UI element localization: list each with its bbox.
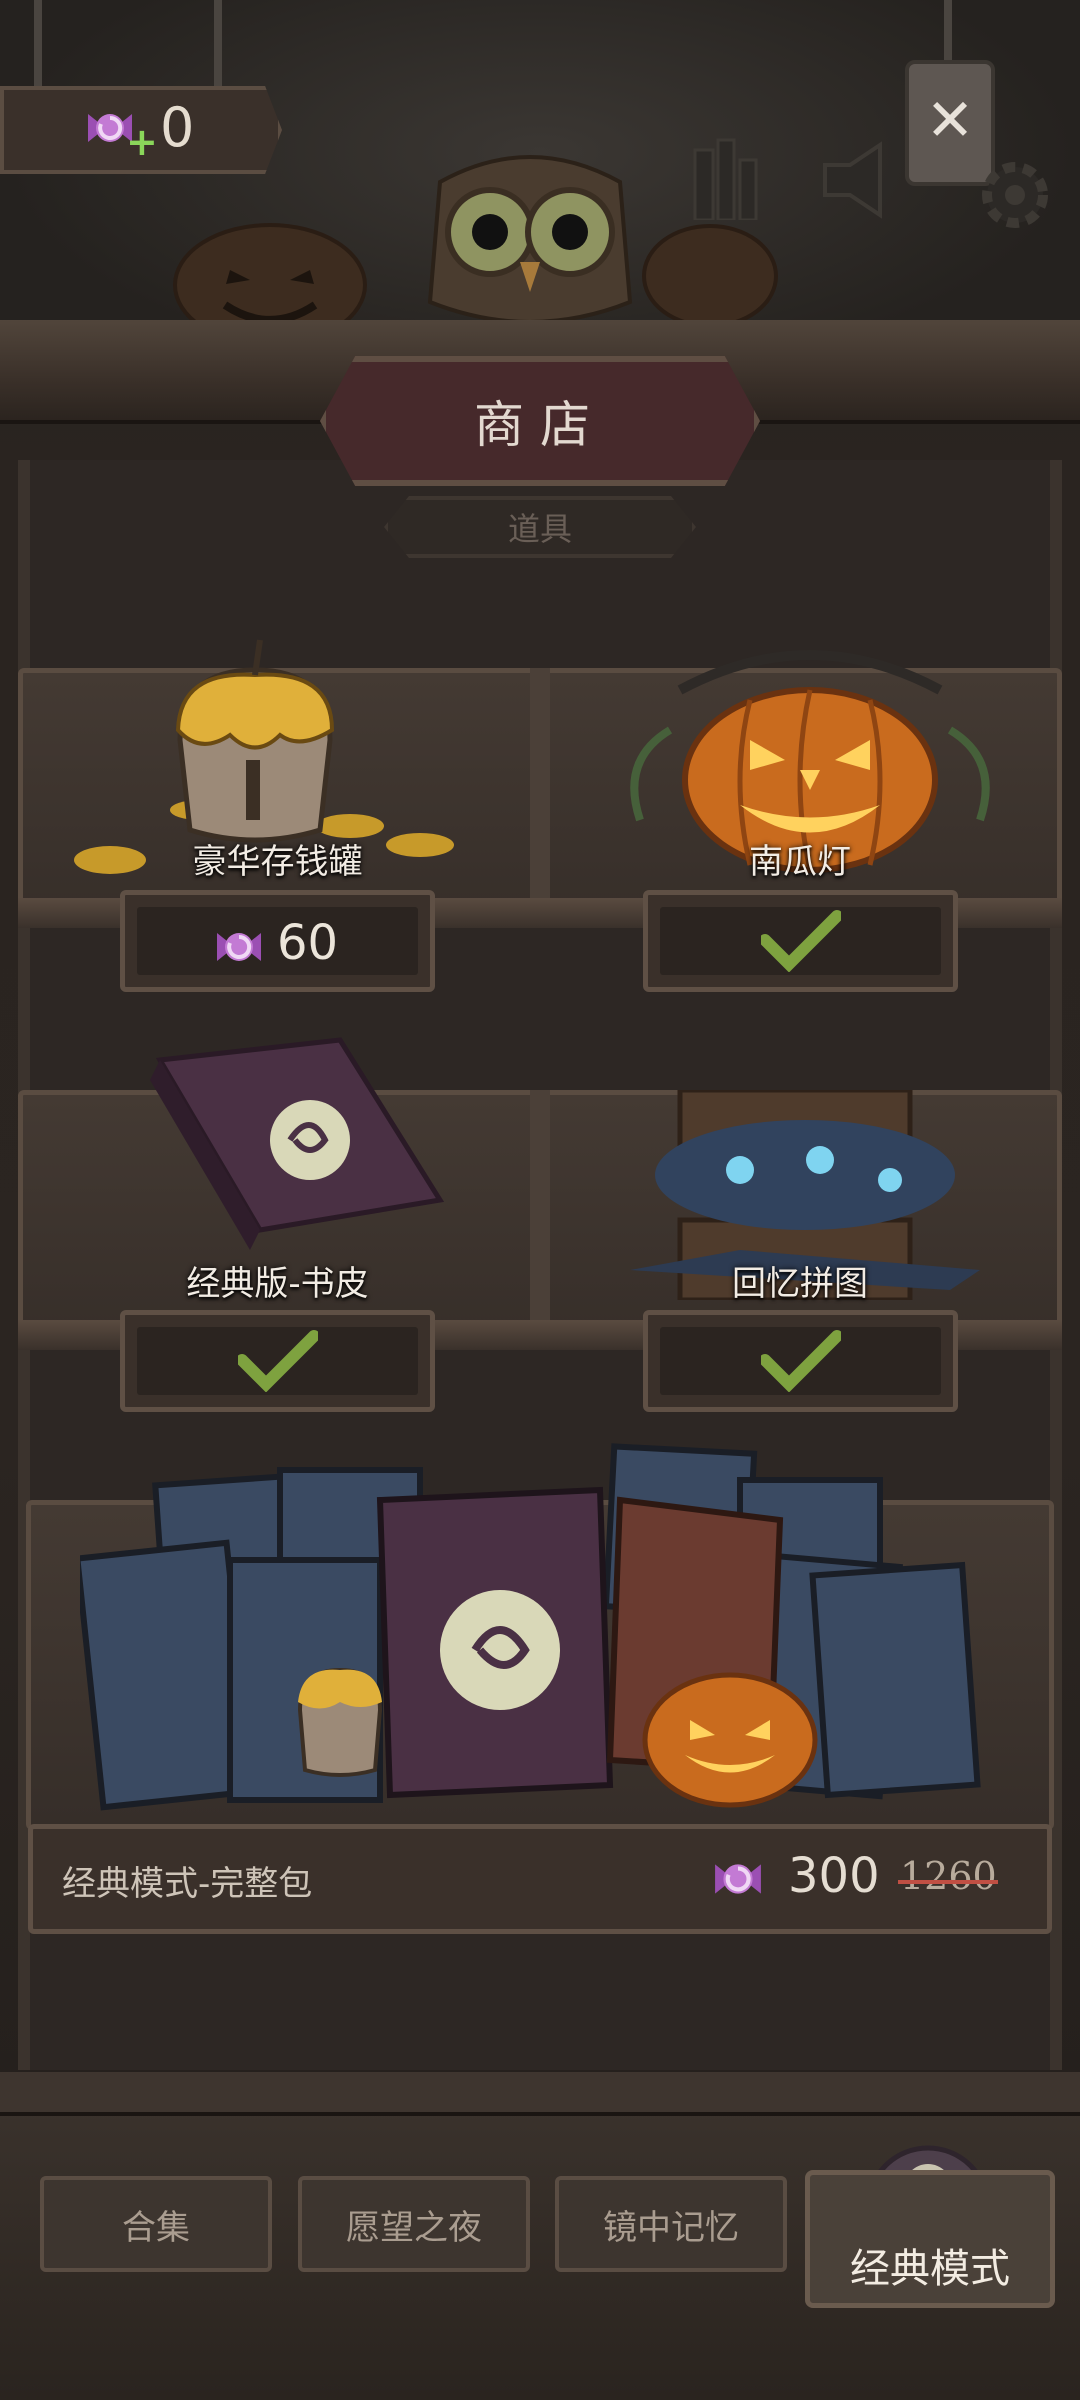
tab-items-label: 道具 [507, 510, 572, 548]
bundle-original-price: 1260 [900, 1854, 997, 1898]
shop-screen: + 0 ✕ 商店 道具 豪华存钱罐 60 南瓜灯 经典版-书皮 回忆拼图 经典模… [0, 0, 1080, 2400]
item-name-pumpkin-lantern: 南瓜灯 [749, 842, 851, 882]
item-name-puzzle: 回忆拼图 [732, 1264, 868, 1304]
item-name-book-cover: 经典版-书皮 [186, 1264, 369, 1304]
shop-title-sign: 商店 [320, 356, 760, 486]
gear-icon [982, 162, 1048, 228]
tab-classic-mode-label: 经典模式 [850, 2246, 1010, 2292]
shelf-divider [530, 668, 550, 928]
bundle-name: 经典模式-完整包 [62, 1864, 313, 1904]
speaker-icon [823, 141, 882, 219]
tab-wish-night[interactable]: 愿望之夜 [298, 2176, 530, 2272]
owned-plate-puzzle [643, 1310, 958, 1412]
tab-items[interactable]: 道具 [384, 496, 696, 558]
shelf-divider [530, 1090, 550, 1350]
page-title: 商店 [474, 396, 606, 454]
lantern-chain [944, 0, 952, 64]
candy-icon [715, 1864, 761, 1894]
bundle-artwork-icon[interactable] [80, 1440, 1000, 1820]
bundle-price: 300 [788, 1848, 880, 1904]
price-strikethrough [898, 1880, 998, 1884]
owned-plate-book-cover [120, 1310, 435, 1412]
item-name-piggy-bank: 豪华存钱罐 [192, 842, 363, 882]
currency-value: 0 [160, 96, 195, 159]
chain-left [34, 0, 42, 90]
check-icon [760, 1330, 841, 1392]
book-cover-icon[interactable] [140, 1030, 450, 1270]
owned-plate-pumpkin-lantern [643, 890, 958, 992]
chain-right [214, 0, 222, 90]
tab-mirror-memory[interactable]: 镜中记忆 [555, 2176, 787, 2272]
candy-icon [217, 933, 261, 961]
owl-icon [427, 155, 633, 324]
tab-collection[interactable]: 合集 [40, 2176, 272, 2272]
close-icon: ✕ [925, 86, 975, 154]
add-currency-icon[interactable]: + [126, 120, 158, 164]
bottom-beam [0, 2072, 1080, 2116]
check-icon [237, 1330, 318, 1392]
pumpkin-decor-icon [642, 224, 778, 328]
check-icon [760, 910, 841, 972]
item-price: 60 [277, 915, 339, 971]
books-icon [693, 138, 758, 220]
price-button-piggy-bank[interactable]: 60 [120, 890, 435, 992]
